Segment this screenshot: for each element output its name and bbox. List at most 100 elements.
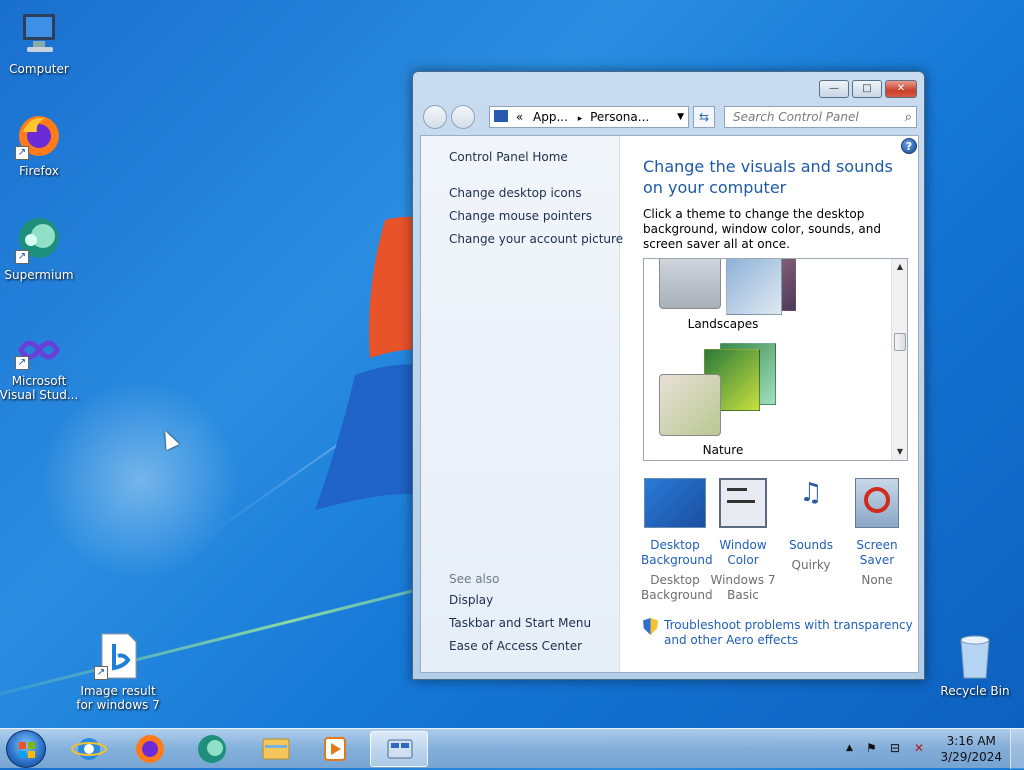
desktop-icon-recycle-bin[interactable]: Recycle Bin — [933, 632, 1017, 698]
recycle-bin-icon — [951, 632, 999, 680]
tile-link[interactable]: Screen Saver — [843, 538, 911, 568]
breadcrumb-personalization[interactable]: Persona... — [590, 110, 649, 124]
image-file-icon: ↗ — [94, 632, 142, 680]
firefox-icon: ↗ — [15, 112, 63, 160]
search-input[interactable]: Search Control Panel ⌕ — [724, 106, 917, 128]
tile-value: Desktop Background — [641, 573, 713, 602]
desktop-icon-label: Microsoft Visual Stud... — [0, 374, 79, 402]
help-icon[interactable]: ? — [901, 138, 917, 154]
folder-icon — [262, 738, 290, 760]
personalization-window: — □ ✕ « App... ▸ Persona... ▼ ⇆ Search C… — [412, 71, 925, 680]
supermium-icon: ↗ — [15, 216, 63, 264]
link-display[interactable]: Display — [449, 593, 493, 607]
refresh-button[interactable]: ⇆ — [693, 106, 715, 128]
clock[interactable]: 3:16 AM 3/29/2024 — [940, 733, 1002, 765]
tile-link[interactable]: Desktop Background — [641, 538, 713, 568]
tile-link[interactable]: Window Color — [709, 538, 777, 568]
scroll-up-icon[interactable]: ▲ — [892, 259, 907, 275]
taskbar-supermium[interactable] — [185, 731, 239, 767]
shield-icon — [643, 618, 658, 635]
control-panel-icon — [494, 110, 508, 122]
tile-link[interactable]: Sounds — [777, 538, 845, 553]
tile-window-color[interactable]: Window Color Windows 7 Basic — [709, 478, 777, 603]
search-icon[interactable]: ⌕ — [905, 108, 912, 128]
action-center-flag-icon[interactable]: ⚑ — [866, 741, 877, 755]
desktop-icon-label: Firefox — [19, 164, 59, 178]
address-dropdown-icon[interactable]: ▼ — [677, 107, 684, 127]
tile-value: None — [861, 573, 893, 587]
screen-saver-icon — [855, 478, 899, 528]
visual-studio-icon: ↗ — [15, 330, 63, 370]
desktop-background-icon — [644, 478, 706, 528]
tile-desktop-background[interactable]: Desktop Background Desktop Background — [641, 478, 713, 603]
minimize-button[interactable]: — — [819, 80, 849, 98]
theme-thumbnail — [659, 374, 721, 436]
troubleshoot-text[interactable]: Troubleshoot problems with transparency … — [664, 618, 913, 647]
address-chevron[interactable]: « — [516, 110, 523, 124]
theme-preview-stack — [726, 259, 782, 315]
taskbar-firefox[interactable] — [123, 731, 177, 767]
scroll-down-icon[interactable]: ▼ — [892, 444, 907, 460]
clock-time: 3:16 AM — [946, 734, 996, 748]
windows-logo-wallpaper — [315, 216, 420, 510]
theme-thumbnail — [659, 259, 721, 309]
clock-date: 3/29/2024 — [940, 750, 1002, 764]
control-panel-icon — [387, 739, 413, 759]
close-button[interactable]: ✕ — [885, 80, 917, 98]
back-button[interactable] — [423, 105, 447, 129]
tile-value: Windows 7 Basic — [710, 573, 776, 602]
address-bar[interactable]: « App... ▸ Persona... ▼ — [489, 106, 689, 128]
show-hidden-icons-button[interactable]: ▲ — [846, 743, 853, 753]
left-task-pane: Control Panel Home Change desktop icons … — [421, 136, 623, 672]
taskbar-media-player[interactable] — [308, 731, 362, 767]
wallpaper-glow — [40, 380, 240, 580]
desktop-icon-label: Recycle Bin — [940, 684, 1010, 698]
refresh-icon: ⇆ — [698, 110, 710, 124]
theme-settings-tiles: Desktop Background Desktop Background Wi… — [641, 478, 913, 608]
theme-name: Landscapes — [687, 317, 759, 331]
desktop-icon-firefox[interactable]: ↗ Firefox — [0, 112, 81, 178]
navigation-bar: « App... ▸ Persona... ▼ ⇆ Search Control… — [421, 104, 917, 130]
maximize-button[interactable]: □ — [852, 80, 882, 98]
desktop-icon-supermium[interactable]: ↗ Supermium — [0, 216, 81, 282]
theme-list: Landscapes Nature ▲ ▼ — [643, 258, 908, 461]
forward-button[interactable] — [451, 105, 475, 129]
breadcrumb-appearance[interactable]: App... — [533, 110, 568, 124]
page-description: Click a theme to change the desktop back… — [643, 207, 882, 251]
tile-value: Quirky — [791, 558, 831, 572]
windows-logo-icon — [19, 742, 35, 758]
taskbar-internet-explorer[interactable] — [62, 731, 116, 767]
tile-screen-saver[interactable]: Screen Saver None — [843, 478, 911, 588]
desktop-icon-visual-studio[interactable]: ↗ Microsoft Visual Stud... — [0, 330, 81, 402]
link-change-mouse-pointers[interactable]: Change mouse pointers — [449, 209, 592, 223]
breadcrumb-separator[interactable]: ▸ — [578, 114, 583, 124]
media-player-icon — [324, 737, 346, 761]
troubleshoot-link[interactable]: Troubleshoot problems with transparency … — [643, 618, 913, 648]
desktop-icon-label: Image result for windows 7 — [76, 684, 160, 712]
tile-sounds[interactable]: ♫ Sounds Quirky — [777, 478, 845, 573]
show-desktop-button[interactable] — [1010, 729, 1024, 769]
content-area: Control Panel Home Change desktop icons … — [420, 135, 919, 673]
desktop-icon-label: Supermium — [4, 268, 74, 282]
taskbar-control-panel[interactable] — [370, 731, 428, 767]
link-control-panel-home[interactable]: Control Panel Home — [449, 150, 568, 164]
desktop-icon-label: Computer — [9, 62, 69, 76]
desktop-icon-computer[interactable]: Computer — [0, 10, 81, 76]
firefox-icon — [136, 735, 164, 763]
taskbar-explorer[interactable] — [248, 731, 302, 767]
link-change-account-picture[interactable]: Change your account picture — [449, 232, 623, 246]
link-change-desktop-icons[interactable]: Change desktop icons — [449, 186, 582, 200]
desktop-icon-image-result[interactable]: ↗ Image result for windows 7 — [74, 632, 162, 712]
taskbar: ▲ ⚑ ⊟ ✕ 3:16 AM 3/29/2024 — [0, 728, 1024, 769]
volume-muted-icon[interactable]: ✕ — [914, 741, 924, 755]
theme-name: Nature — [702, 443, 744, 457]
link-ease-of-access[interactable]: Ease of Access Center — [449, 639, 582, 653]
theme-list-scrollbar[interactable]: ▲ ▼ — [891, 259, 907, 460]
see-also-heading: See also — [449, 572, 500, 586]
sounds-icon: ♫ — [799, 478, 823, 508]
window-color-icon — [719, 478, 767, 528]
scrollbar-thumb[interactable] — [894, 333, 906, 351]
network-icon[interactable]: ⊟ — [890, 741, 900, 755]
start-button[interactable] — [6, 730, 46, 768]
link-taskbar-start-menu[interactable]: Taskbar and Start Menu — [449, 616, 591, 630]
